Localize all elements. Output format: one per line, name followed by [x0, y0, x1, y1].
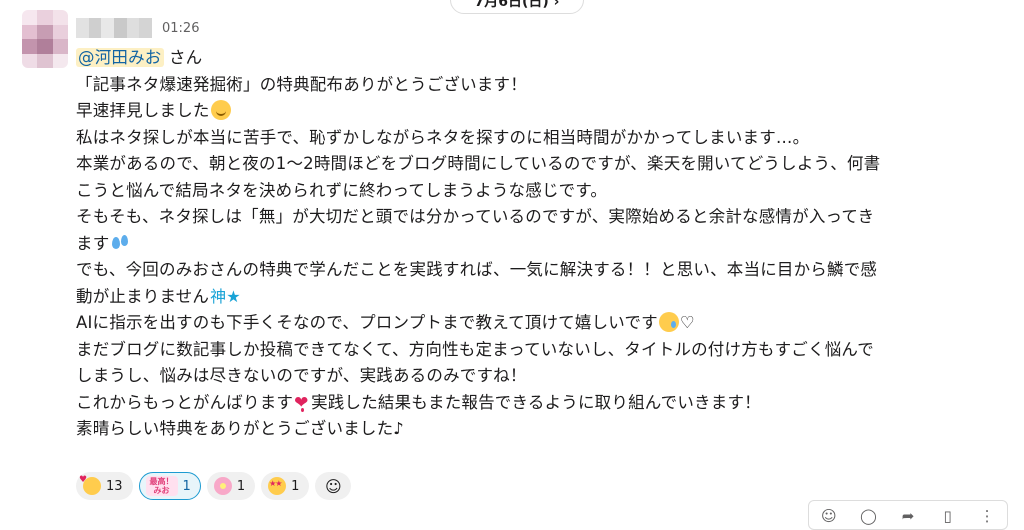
badge-text: 最高！ — [149, 477, 174, 486]
message-line: 本業があるので、朝と夜の1〜2時間ほどをブログ時間にしているのですが、楽天を開い… — [76, 154, 881, 173]
cherry-blossom-icon — [213, 477, 232, 495]
badge-text: みお — [153, 486, 170, 495]
message-line: 素晴らしい特典をありがとうございました♪ — [76, 419, 405, 438]
reaction-star-struck[interactable]: 1 — [261, 472, 310, 500]
smiling-face-icon — [210, 100, 231, 120]
reaction-count: 1 — [236, 478, 246, 494]
message-line: そもそも、ネタ探しは「無」が大切だと頭では分かっているのですが、実際始めると余計… — [76, 207, 875, 226]
reaction-count: 1 — [182, 478, 191, 494]
kami-star-icon: 神★ — [210, 286, 241, 306]
reaction-count: 13 — [106, 478, 123, 494]
mention-suffix: さん — [163, 48, 203, 67]
message-actions-toolbar: ☺ ◯ ➦ ▯ ⋮ — [808, 500, 1008, 530]
message-line: 動が止まりません神★ — [76, 284, 1016, 311]
message-line: しまうし、悩みは尽きないのですが、実践あるのみですね！ — [76, 366, 527, 385]
avatar[interactable] — [22, 10, 68, 68]
message-text: 動が止まりません — [76, 286, 210, 306]
star-struck-icon — [268, 477, 287, 495]
message-text: 実践した結果もまた報告できるように取り組んでいきます！ — [311, 392, 761, 412]
message-text: 早速拝見しました — [76, 101, 210, 120]
heart-symbol: ♡ — [679, 313, 695, 332]
message-body: @河田みお さん 「記事ネタ爆速発掘術」の特典配布ありがとうございます！ 早速拝… — [76, 45, 1016, 443]
message-line: まだブログに数記事しか投稿できてなくて、方向性も定まっていないし、タイトルの付け… — [76, 339, 874, 359]
message-text: AIに指示を出すのも下手くそなので、プロンプトまで教えて頂けて嬉しいです — [76, 313, 658, 332]
message-line: でも、今回のみおさんの特典で学んだことを実践すれば、一気に解決する！！と思い、本… — [76, 260, 878, 279]
message-line: ます — [76, 231, 1016, 258]
add-reaction-button[interactable]: ☺ — [315, 472, 352, 500]
message-text: これからもっとがんばります — [76, 392, 294, 412]
message-timestamp[interactable]: 01:26 — [162, 21, 199, 36]
smiling-face-with-hearts-icon — [79, 475, 101, 495]
reaction-cherry-blossom[interactable]: 1 — [206, 472, 256, 500]
message-line: これからもっとがんばります実践した結果もまた報告できるように取り組んでいきます！ — [76, 390, 1016, 417]
reaction-bar: 13 最高！みお 1 1 1 ☺ — [76, 472, 352, 500]
message-text: ます — [76, 233, 110, 253]
exclamation-heart-icon — [294, 390, 310, 417]
more-icon[interactable]: ⋮ — [977, 507, 997, 525]
sweat-droplets-icon — [110, 233, 130, 253]
username[interactable] — [76, 18, 152, 38]
bookmark-icon[interactable]: ▯ — [938, 507, 958, 525]
user-mention[interactable]: @河田みお — [76, 48, 164, 67]
smiling-tear-icon — [658, 312, 679, 332]
add-reaction-icon[interactable]: ☺ — [819, 507, 839, 525]
message-line: こうと悩んで結局ネタを決められずに終わってしまうような感じです。 — [76, 180, 608, 200]
reaction-count: 1 — [291, 478, 300, 494]
date-divider[interactable]: 7月6日(日) › — [450, 0, 584, 14]
message-line: 私はネタ探しが本当に苦手で、恥ずかしながらネタを探すのに相当時間がかかってしまい… — [76, 127, 810, 147]
message-line: 早速拝見しました — [76, 98, 1016, 125]
forward-icon[interactable]: ➦ — [898, 507, 918, 525]
custom-badge-icon: 最高！ みお — [145, 476, 178, 496]
reply-icon[interactable]: ◯ — [858, 507, 878, 525]
message-line: AIに指示を出すのも下手くそなので、プロンプトまで教えて頂けて嬉しいです ♡ — [76, 310, 1016, 337]
reaction-smiling-face-with-hearts[interactable]: 13 — [76, 472, 133, 500]
message-line: 「記事ネタ爆速発掘術」の特典配布ありがとうございます！ — [76, 74, 527, 94]
message-line: @河田みお さん — [76, 45, 1016, 72]
reaction-custom-badge[interactable]: 最高！ みお 1 — [138, 472, 201, 500]
add-emoji-icon: ☺ — [325, 476, 342, 496]
